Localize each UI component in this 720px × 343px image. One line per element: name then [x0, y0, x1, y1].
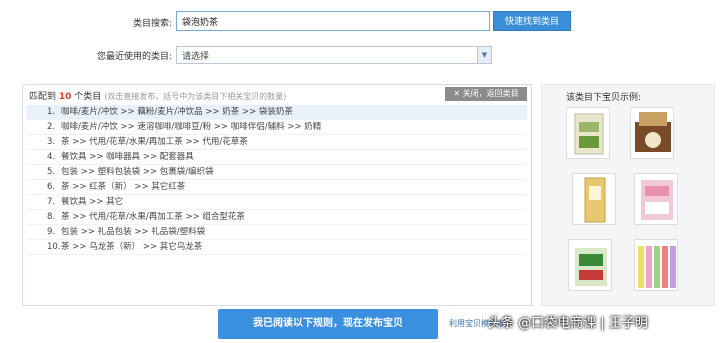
samples-title: 该类目下宝贝示例: [566, 93, 642, 103]
product-thumbnail[interactable] [634, 239, 678, 291]
list-item[interactable]: 2. 咖啡/麦片/冲饮 >> 速溶咖啡/咖啡豆/粉 >> 咖啡伴侣/辅料 >> 奶… [27, 120, 527, 135]
list-item[interactable]: 10.茶 >> 乌龙茶（新） >> 其它乌龙茶 [27, 240, 527, 255]
category-search-input[interactable]: 袋泡奶茶 [176, 11, 490, 31]
watermark: 头条 @口袋电商课 | 王子明 [488, 316, 648, 331]
list-item[interactable]: 4. 餐饮具 >> 咖啡器具 >> 配套器具 [27, 150, 527, 165]
category-list: 1. 咖啡/麦片/冲饮 >> 藕粉/麦片/冲饮品 >> 奶茶 >> 袋装奶茶 2.… [27, 105, 527, 255]
search-area: 类目搜索: 袋泡奶茶 快速找到类目 您最近使用的类目: 请选择 ▼ [0, 0, 720, 82]
chevron-down-icon[interactable]: ▼ [477, 47, 491, 63]
match-suffix: 个类目 [74, 92, 102, 102]
match-results-panel: 匹配到 10 个类目 (双击直接发布，括号中为该类目下相关宝贝的数量) ✕ 关闭… [22, 84, 532, 306]
list-item[interactable]: 6. 茶 >> 红茶（新） >> 其它红茶 [27, 180, 527, 195]
publish-button[interactable]: 我已阅读以下规则，现在发布宝贝 [218, 309, 438, 339]
match-prefix: 匹配到 [29, 92, 57, 102]
match-hint: (双击直接发布，括号中为该类目下相关宝贝的数量) [104, 92, 287, 101]
product-thumbnail[interactable] [572, 173, 616, 225]
match-count: 10 [58, 92, 72, 102]
close-label: 关闭，返回类目 [462, 89, 519, 98]
product-thumbnail[interactable] [568, 239, 612, 291]
list-item[interactable]: 8. 茶 >> 代用/花草/水果/再加工茶 >> 组合型花茶 [27, 210, 527, 225]
list-item[interactable]: 7. 餐饮具 >> 其它 [27, 195, 527, 210]
recent-label: 您最近使用的类目: [96, 52, 172, 62]
close-return-button[interactable]: ✕ 关闭，返回类目 [445, 87, 527, 101]
quick-find-button[interactable]: 快速找到类目 [493, 11, 571, 31]
product-thumbnail[interactable] [566, 107, 610, 159]
list-item[interactable]: 3. 茶 >> 代用/花草/水果/再加工茶 >> 代用/花草茶 [27, 135, 527, 150]
recent-select-value: 请选择 [182, 52, 210, 62]
product-thumbnail[interactable] [630, 107, 674, 159]
sample-products-panel: 该类目下宝贝示例: [541, 84, 715, 306]
match-header: 匹配到 10 个类目 (双击直接发布，括号中为该类目下相关宝贝的数量) [29, 89, 286, 102]
list-item[interactable]: 5. 包装 >> 塑料包装袋 >> 包裹袋/编织袋 [27, 165, 527, 180]
product-thumbnail[interactable] [634, 173, 678, 225]
close-icon: ✕ [453, 89, 461, 98]
search-label: 类目搜索: [132, 19, 172, 29]
recent-category-select[interactable]: 请选择 ▼ [176, 46, 492, 64]
list-item[interactable]: 9. 包装 >> 礼品包装 >> 礼品袋/塑料袋 [27, 225, 527, 240]
list-item[interactable]: 1. 咖啡/麦片/冲饮 >> 藕粉/麦片/冲饮品 >> 奶茶 >> 袋装奶茶 [27, 105, 527, 120]
